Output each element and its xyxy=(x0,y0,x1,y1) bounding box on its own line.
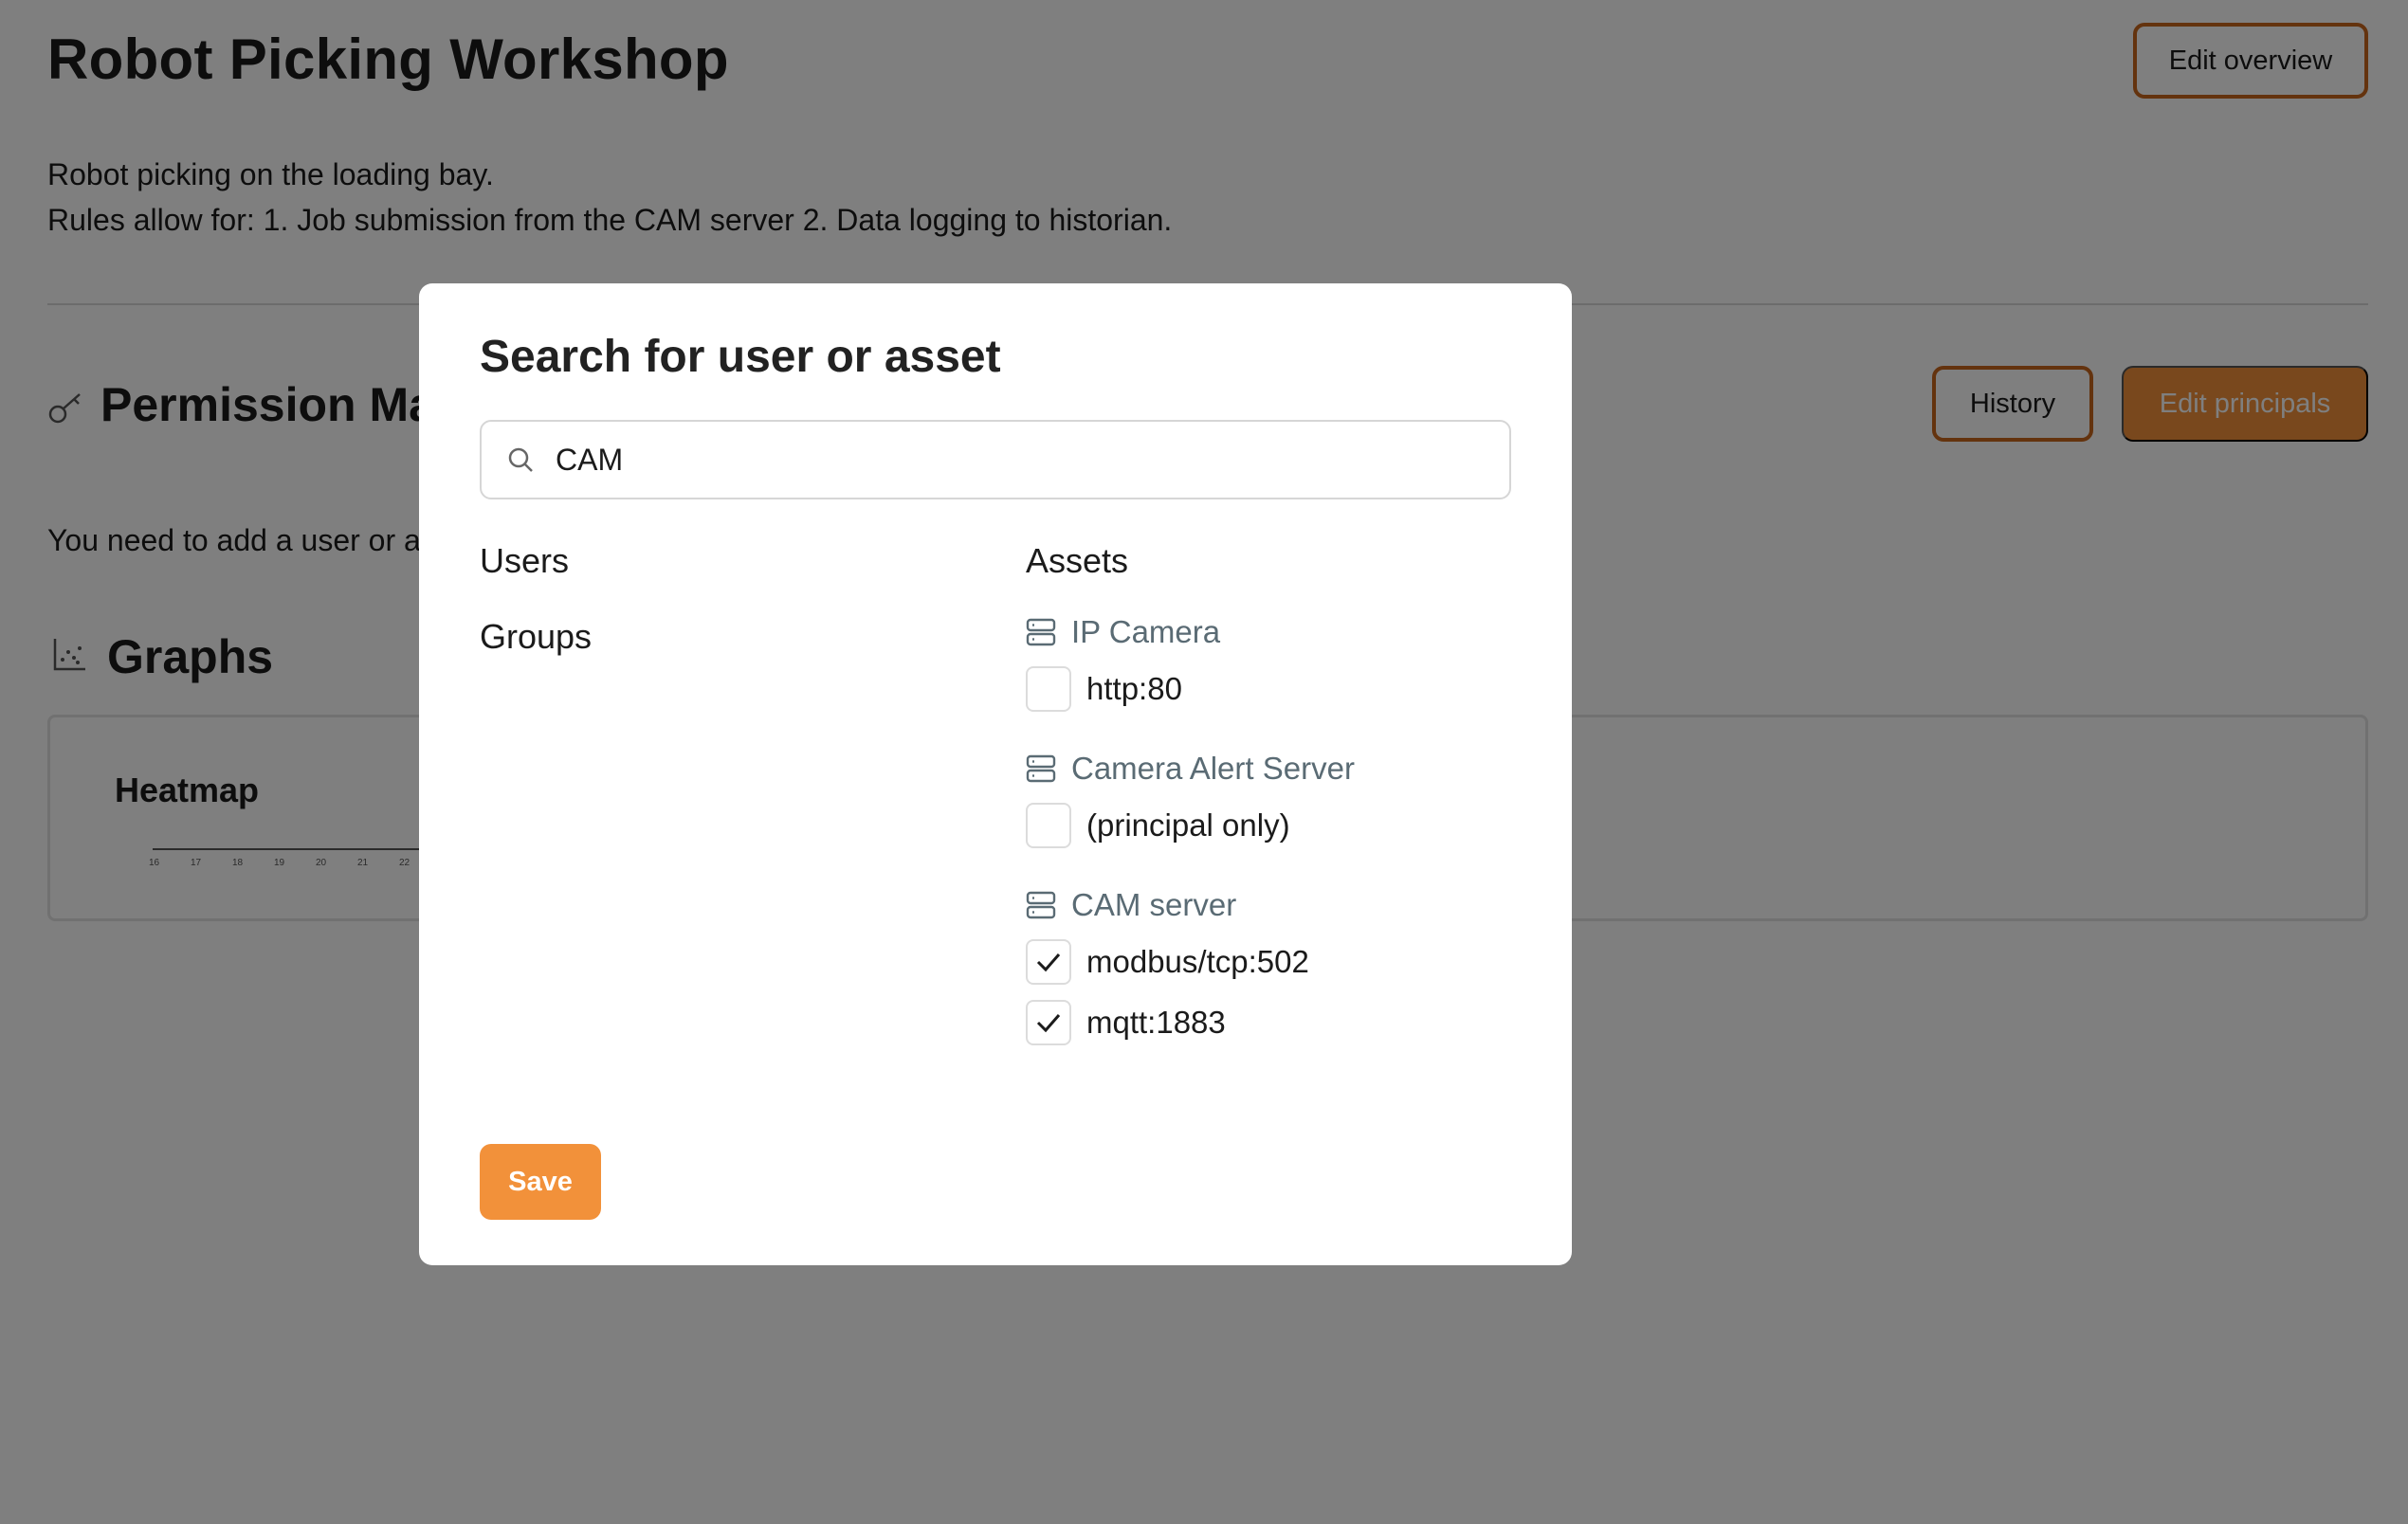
asset-label: CAM server xyxy=(1071,887,1237,922)
asset-label: Camera Alert Server xyxy=(1071,751,1355,786)
search-box[interactable] xyxy=(480,420,1511,499)
port-checkbox[interactable] xyxy=(1026,1000,1071,1045)
save-button[interactable]: Save xyxy=(480,1144,601,1220)
port-row[interactable]: (principal only) xyxy=(1026,795,1355,856)
server-icon xyxy=(1026,754,1056,783)
asset-group-cam-server: CAM server modbus/tcp:502 mqtt:1883 xyxy=(1026,884,1309,1053)
modal-title: Search for user or asset xyxy=(480,332,1001,382)
checkmark-icon xyxy=(1036,953,1061,972)
asset-name-ip-camera: IP Camera xyxy=(1026,611,1220,653)
search-icon xyxy=(508,447,533,472)
server-icon xyxy=(1026,618,1056,646)
asset-label: IP Camera xyxy=(1071,614,1221,649)
port-checkbox[interactable] xyxy=(1026,666,1071,712)
search-input[interactable] xyxy=(556,442,1466,478)
checkmark-icon xyxy=(1036,1014,1061,1033)
server-icon xyxy=(1026,891,1056,919)
groups-heading[interactable]: Groups xyxy=(480,617,592,657)
port-checkbox[interactable] xyxy=(1026,939,1071,985)
port-label: mqtt:1883 xyxy=(1086,1005,1226,1040)
port-label: http:80 xyxy=(1086,671,1182,706)
asset-group-ip-camera: IP Camera http:80 xyxy=(1026,611,1220,719)
assets-heading: Assets xyxy=(1026,541,1129,580)
port-label: (principal only) xyxy=(1086,807,1290,843)
port-row[interactable]: http:80 xyxy=(1026,659,1220,719)
search-modal: Search for user or asset Users Groups As… xyxy=(419,283,1572,1265)
port-label: modbus/tcp:502 xyxy=(1086,944,1309,979)
port-row[interactable]: mqtt:1883 xyxy=(1026,992,1309,1053)
asset-name-cam-server: CAM server xyxy=(1026,884,1309,926)
asset-name-camera-alert-server: Camera Alert Server xyxy=(1026,748,1355,789)
port-row[interactable]: modbus/tcp:502 xyxy=(1026,932,1309,992)
users-heading[interactable]: Users xyxy=(480,541,569,581)
asset-group-camera-alert-server: Camera Alert Server (principal only) xyxy=(1026,748,1355,856)
port-checkbox[interactable] xyxy=(1026,803,1071,848)
